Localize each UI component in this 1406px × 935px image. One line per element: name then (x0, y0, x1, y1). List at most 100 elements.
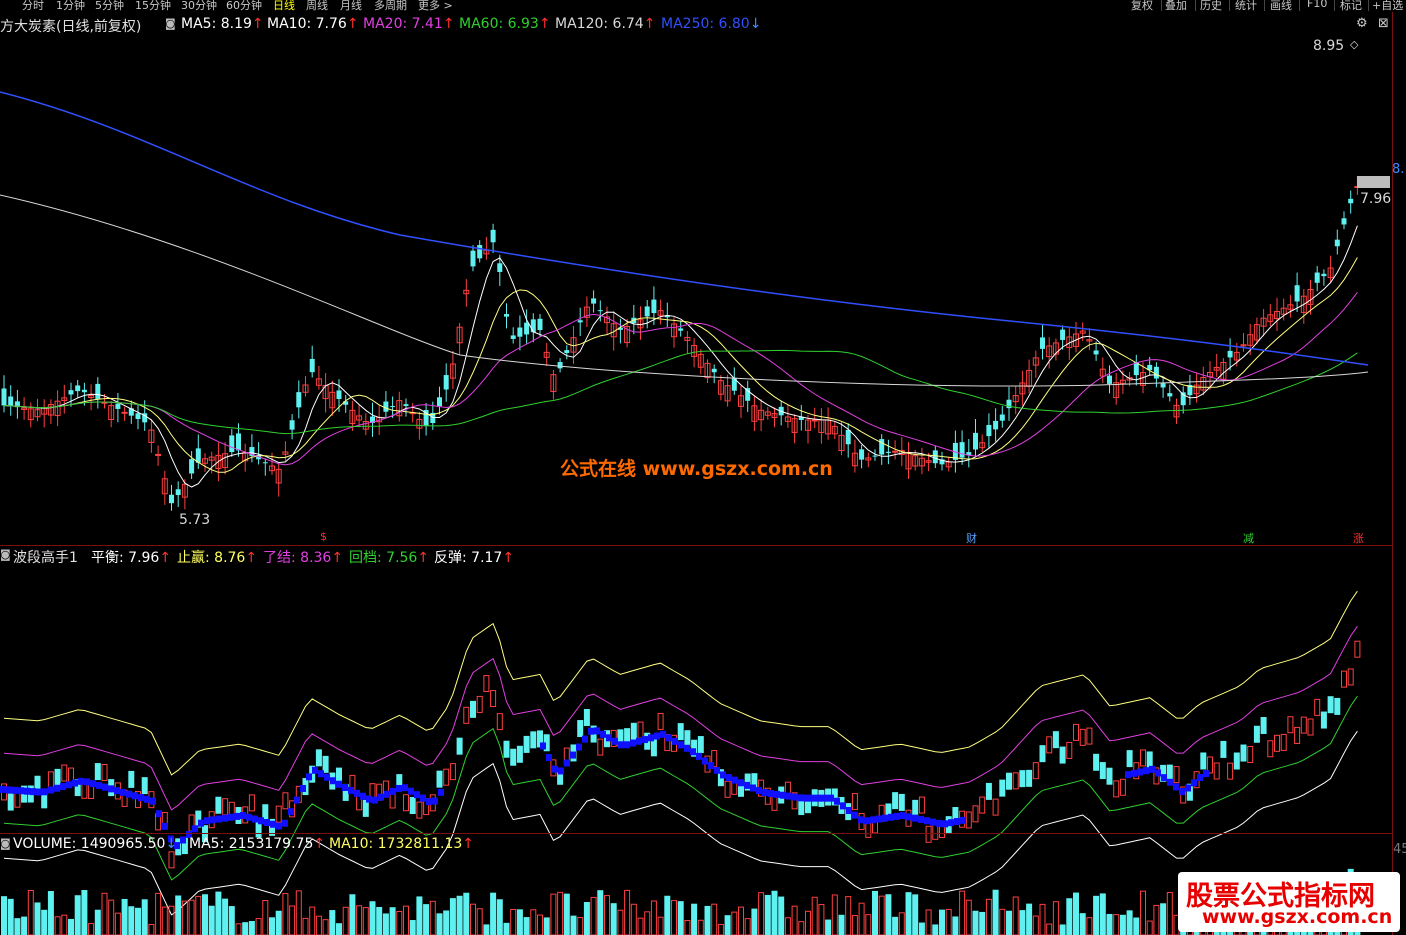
wave-candle (1294, 726, 1301, 744)
price-candle (1153, 366, 1159, 379)
volume-bar (81, 890, 88, 935)
dividend-marker[interactable]: $ (320, 530, 327, 543)
wave-balance-marker (612, 737, 618, 745)
wave-balance-marker (144, 795, 150, 803)
period-tab-multi[interactable]: 多周期 (374, 0, 407, 13)
ma250-label: MA250: 6.80↓ (661, 16, 761, 32)
period-tab-1min[interactable]: 1分钟 (56, 0, 85, 13)
volume-collapse-icon[interactable]: ◙ (0, 837, 11, 850)
volume-bar (14, 918, 21, 935)
ma60-label: MA60: 6.93↑ (459, 16, 551, 32)
volume-bar (945, 908, 952, 935)
wave-candle (409, 797, 416, 815)
add-watchlist-button[interactable]: +自选 (1372, 0, 1403, 13)
wave-balance-marker (30, 788, 36, 796)
wave-candle (637, 721, 644, 739)
period-tab-monthly[interactable]: 月线 (340, 0, 362, 13)
wave-balance-arrow-icon: ↑ (159, 550, 172, 566)
wave-close-value: 了结: 8.36 (263, 550, 332, 566)
volume-bar (282, 893, 289, 935)
f10-button[interactable]: F10 (1307, 0, 1327, 10)
wave-candle (999, 779, 1006, 797)
period-tab-weekly[interactable]: 周线 (306, 0, 328, 13)
current-price-tag (1357, 176, 1390, 188)
price-candle (577, 320, 583, 323)
volume-bar (610, 903, 617, 935)
period-tab-15min[interactable]: 15分钟 (135, 0, 171, 13)
wave-candle (650, 739, 657, 757)
history-button[interactable]: 历史 (1200, 0, 1222, 13)
wave-balance-marker (846, 807, 852, 815)
volume-bar (1099, 893, 1106, 935)
volume-bar (476, 908, 483, 935)
volume-bar (758, 892, 765, 935)
volume-bar (952, 916, 959, 935)
reduce-holdings-marker[interactable]: 减 (1243, 530, 1254, 546)
volume-bar (155, 892, 162, 935)
price-candle (510, 335, 516, 339)
draw-line-button[interactable]: 画线 (1270, 0, 1292, 13)
wave-balance-marker (138, 794, 144, 802)
volume-bar (255, 918, 262, 935)
volume-bar (41, 909, 48, 935)
adjust-button[interactable]: 复权 (1131, 0, 1153, 13)
volume-bar (972, 910, 979, 935)
wave-balance-marker (630, 739, 636, 747)
volume-bar (939, 909, 945, 935)
volume-bar (597, 890, 604, 935)
collapse-toggle-icon[interactable]: ◙ (165, 17, 176, 30)
volume-bar (818, 904, 825, 935)
volume-bar (429, 900, 436, 935)
volume-bar (490, 892, 497, 935)
close-icon[interactable]: ⊠ (1378, 16, 1389, 31)
wave-candle (94, 763, 101, 781)
settings-gear-icon[interactable]: ⚙ (1356, 16, 1368, 31)
period-tab-5min[interactable]: 5分钟 (95, 0, 124, 13)
period-tab-more[interactable]: 更多 > (418, 0, 453, 13)
wave-balance-marker (234, 812, 240, 820)
toolbar-separator (1334, 0, 1335, 11)
wave-candle (597, 738, 604, 756)
volume-bar (577, 917, 584, 935)
volume-bar (1126, 910, 1133, 935)
volume-bar (202, 894, 208, 935)
volume-bar (74, 895, 81, 935)
volume-value: VOLUME: 1490965.50 (13, 836, 166, 852)
wave-collapse-icon[interactable]: ◙ (0, 548, 11, 561)
period-tab-daily[interactable]: 日线 (273, 0, 295, 13)
wave-candle (516, 745, 523, 763)
volume-bar (925, 909, 932, 935)
wave-balance-marker (900, 812, 906, 820)
wave-balance-marker (438, 788, 444, 796)
period-tab-fenshi[interactable]: 分时 (22, 0, 44, 13)
wave-candle (1320, 711, 1327, 729)
volume-bar (637, 917, 644, 935)
mark-button[interactable]: 标记 (1340, 0, 1362, 13)
wave-balance-marker (1179, 788, 1185, 796)
period-tab-30min[interactable]: 30分钟 (181, 0, 217, 13)
volume-bar (550, 893, 557, 935)
volume-bar (228, 906, 235, 935)
ma5-arrow-icon: ↑ (251, 16, 264, 32)
finance-report-marker[interactable]: 财 (966, 530, 977, 546)
wave-balance-marker (666, 734, 672, 742)
reference-value-label: 7.96 (1360, 191, 1392, 207)
wave-balance-marker (540, 742, 546, 750)
wave-balance-marker (72, 779, 78, 787)
wave-balance-marker (150, 797, 156, 805)
wave-candle (1287, 716, 1294, 734)
wave-balance-marker (216, 815, 222, 823)
price-candle (993, 420, 999, 430)
price-candle (1341, 218, 1347, 225)
volume-bar (88, 923, 95, 935)
wave-rebound-value: 反弹: 7.17 (434, 550, 503, 566)
period-tab-60min[interactable]: 60分钟 (226, 0, 262, 13)
volume-bar (825, 919, 832, 935)
wave-balance-marker (810, 794, 816, 802)
statistics-button[interactable]: 统计 (1235, 0, 1257, 13)
volume-bar (932, 924, 939, 935)
wave-balance-marker (708, 762, 714, 770)
volume-label: VOLUME: 1490965.50↓ (13, 836, 177, 852)
limit-up-marker[interactable]: 涨 (1353, 530, 1364, 546)
overlay-button[interactable]: 叠加 (1165, 0, 1187, 13)
